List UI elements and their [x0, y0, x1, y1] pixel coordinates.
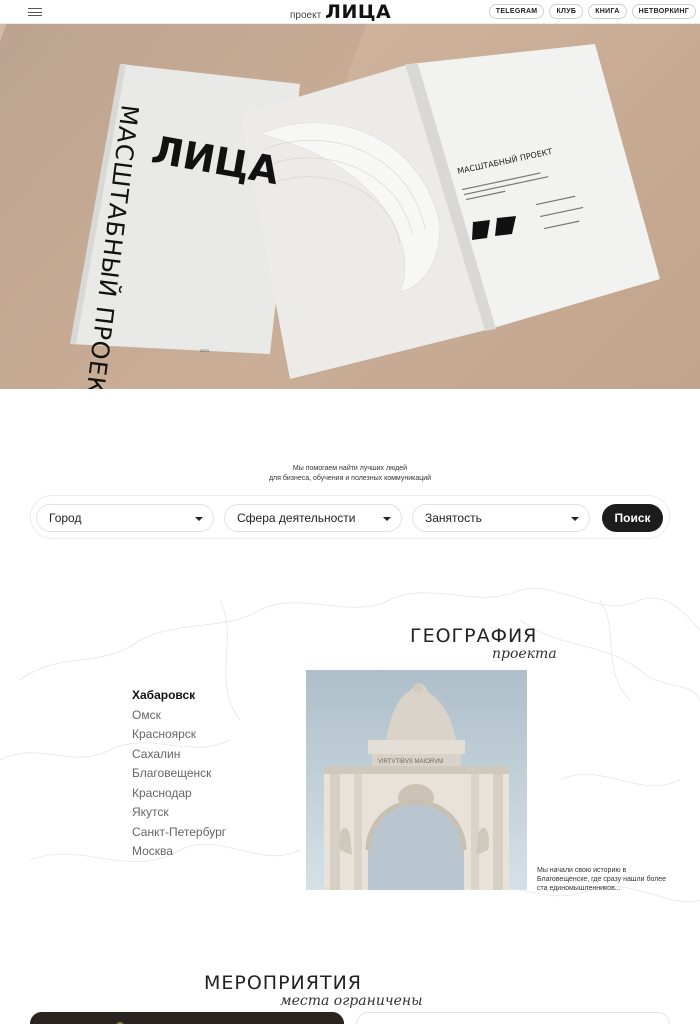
events-title: МЕРОПРИЯТИЯ	[204, 972, 362, 994]
chevron-down-icon	[571, 517, 579, 521]
triumphal-arch-image: VIRTVTIBVS MAIORVM	[306, 670, 527, 890]
city-item[interactable]: Санкт-Петербург	[132, 823, 226, 843]
city-item[interactable]: Москва	[132, 842, 226, 862]
svg-text:VIRTVTIBVS MAIORVM: VIRTVTIBVS MAIORVM	[378, 759, 443, 765]
chevron-down-icon	[195, 517, 203, 521]
city-select-label: Город	[49, 511, 82, 525]
search-filter-bar: Город Сфера деятельности Занятость Поиск	[30, 495, 670, 539]
event-card[interactable]	[30, 1012, 344, 1024]
tagline-line-2: для бизнеса, обучения и полезных коммуни…	[268, 475, 432, 482]
logo-small-text: проект	[290, 10, 322, 21]
employment-select-label: Занятость	[425, 511, 482, 525]
magazine-illustration: 2023 ЛИЦА МАСШТАБНЫЙ ПРОЕКТ МАСШТАБНЫЙ П…	[70, 44, 660, 389]
menu-icon[interactable]	[28, 8, 42, 16]
city-list: Хабаровск Омск Красноярск Сахалин Благов…	[132, 686, 226, 862]
nav-networking[interactable]: НЕТВОРКИНГ	[631, 4, 696, 19]
city-item[interactable]: Благовещенск	[132, 764, 226, 784]
city-item[interactable]: Омск	[132, 706, 226, 726]
event-card[interactable]	[356, 1012, 670, 1024]
logo-main-text: ЛИЦА	[325, 1, 392, 23]
geography-title: ГЕОГРАФИЯ	[410, 625, 538, 647]
city-item[interactable]: Якутск	[132, 803, 226, 823]
search-button[interactable]: Поиск	[602, 504, 663, 532]
chevron-down-icon	[383, 517, 391, 521]
event-card-image	[30, 1012, 344, 1024]
city-item[interactable]: Красноярск	[132, 725, 226, 745]
geography-subtitle: проекта	[492, 646, 557, 662]
sphere-select-label: Сфера деятельности	[237, 511, 356, 525]
city-item[interactable]: Краснодар	[132, 784, 226, 804]
nav-club[interactable]: КЛУБ	[549, 4, 584, 19]
tagline: Мы помогаем найти лучших людей для бизне…	[0, 464, 700, 484]
nav-telegram[interactable]: TELEGRAM	[488, 4, 545, 19]
employment-select[interactable]: Занятость	[412, 504, 590, 532]
sphere-select[interactable]: Сфера деятельности	[224, 504, 402, 532]
city-item[interactable]: Сахалин	[132, 745, 226, 765]
hero-banner: 2023 ЛИЦА МАСШТАБНЫЙ ПРОЕКТ МАСШТАБНЫЙ П…	[0, 24, 700, 389]
nav-book[interactable]: КНИГА	[588, 4, 627, 19]
events-subtitle: места ограничены	[280, 993, 423, 1009]
site-header: проект ЛИЦА TELEGRAM КЛУБ КНИГА НЕТВОРКИ…	[0, 0, 700, 24]
svg-text:2023: 2023	[200, 348, 210, 353]
geography-caption: Мы начали свою историю в Благовещенске, …	[537, 867, 667, 892]
city-select[interactable]: Город	[36, 504, 214, 532]
tagline-line-1: Мы помогаем найти лучших людей	[292, 465, 408, 472]
city-photo: VIRTVTIBVS MAIORVM	[306, 670, 527, 890]
top-nav: TELEGRAM КЛУБ КНИГА НЕТВОРКИНГ	[488, 4, 696, 19]
logo[interactable]: проект ЛИЦА	[290, 1, 391, 23]
city-item[interactable]: Хабаровск	[132, 686, 226, 706]
